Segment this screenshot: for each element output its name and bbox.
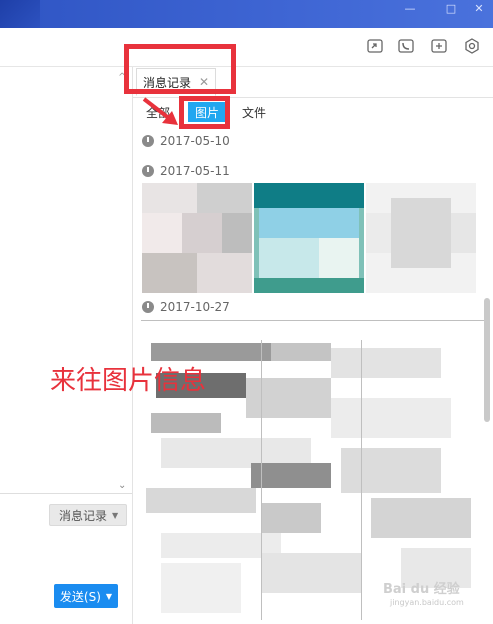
annotation-highlight-tab xyxy=(124,44,236,94)
settings-icon[interactable] xyxy=(461,35,483,57)
date-header: 2017-05-11 xyxy=(142,164,230,178)
clock-icon xyxy=(142,135,154,147)
send-label: 发送(S) xyxy=(59,589,101,604)
filter-files[interactable]: 文件 xyxy=(242,104,266,121)
screen-share-icon[interactable] xyxy=(364,35,386,57)
date-header: 2017-10-27 xyxy=(142,300,230,314)
send-options-caret-icon[interactable]: ▼ xyxy=(106,592,112,601)
dropdown-caret-icon: ▼ xyxy=(112,510,119,520)
input-divider xyxy=(0,493,132,494)
watermark-url: jingyan.baidu.com xyxy=(390,598,464,607)
add-member-icon[interactable] xyxy=(428,35,450,57)
title-bar: — □ ✕ xyxy=(0,0,493,28)
history-scrollbar[interactable] xyxy=(484,298,490,422)
annotation-highlight-images xyxy=(179,96,230,129)
annotation-caption: 来往图片信息 xyxy=(50,366,207,396)
app-logo-shape xyxy=(0,0,40,28)
date-text: 2017-10-27 xyxy=(160,300,230,314)
annotation-arrow-icon xyxy=(142,97,178,125)
date-header: 2017-05-10 xyxy=(142,134,230,148)
message-record-label: 消息记录 xyxy=(59,508,108,523)
phone-icon[interactable] xyxy=(395,35,417,57)
image-thumbnail[interactable] xyxy=(254,183,364,293)
date-text: 2017-05-10 xyxy=(160,134,230,148)
message-record-button[interactable]: 消息记录 ▼ xyxy=(49,504,127,526)
image-thumbnail[interactable] xyxy=(366,183,476,293)
send-button[interactable]: 发送(S) ▼ xyxy=(54,584,118,608)
help-icon[interactable]: — xyxy=(403,2,417,15)
image-thumbnail[interactable] xyxy=(142,183,252,293)
date-text: 2017-05-11 xyxy=(160,164,230,178)
clock-icon xyxy=(142,301,154,313)
chat-pane xyxy=(0,67,133,624)
watermark-logo: Bai du 经验 xyxy=(383,582,460,597)
chevron-down-icon[interactable]: ⌄ xyxy=(118,480,126,491)
close-icon[interactable]: ✕ xyxy=(472,2,486,15)
chat-toolbar xyxy=(0,28,493,67)
maximize-icon[interactable]: □ xyxy=(444,2,458,15)
clock-icon xyxy=(142,165,154,177)
